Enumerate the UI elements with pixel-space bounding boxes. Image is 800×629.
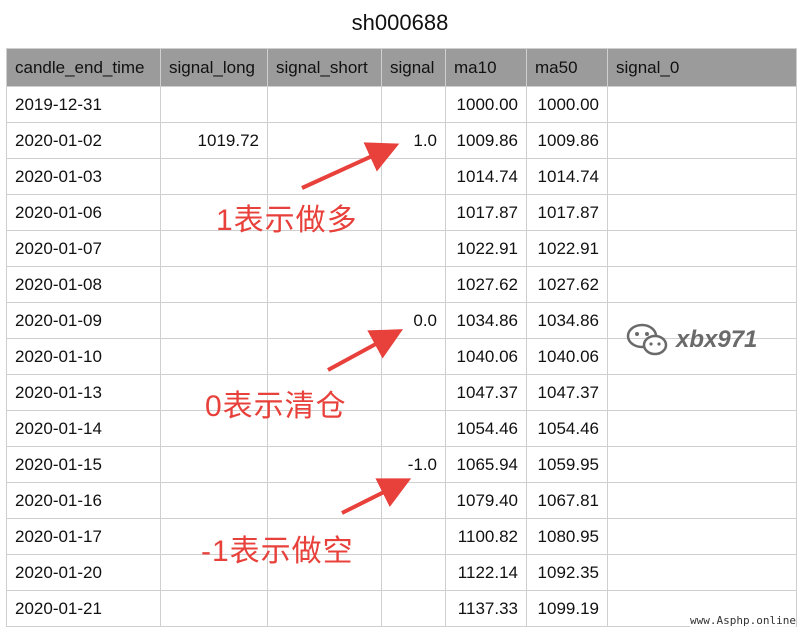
annotation-short: -1表示做空	[201, 535, 354, 568]
arrow-long	[301, 142, 400, 190]
wechat-icon	[626, 323, 668, 356]
arrow-flat	[327, 329, 404, 372]
annotation-arrows	[301, 142, 412, 515]
annotation-long: 1表示做多	[216, 204, 358, 237]
watermark-text: xbx971	[676, 326, 758, 353]
site-watermark: www.Asphp.online	[690, 614, 796, 627]
annotation-flat: 0表示清仓	[205, 390, 347, 423]
watermark: xbx971	[626, 322, 757, 358]
arrow-short	[341, 478, 412, 515]
